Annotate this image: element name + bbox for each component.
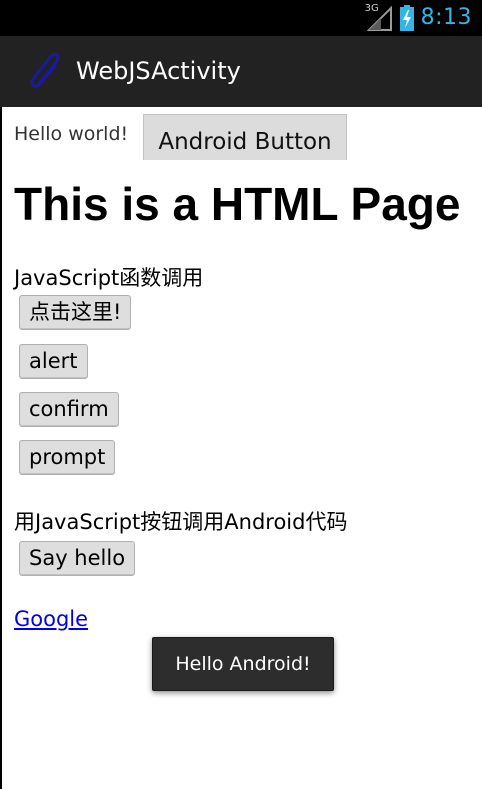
page-heading: This is a HTML Page bbox=[14, 178, 461, 230]
status-clock: 8:13 bbox=[420, 5, 472, 30]
prompt-button[interactable]: prompt bbox=[19, 440, 116, 475]
google-link[interactable]: Google bbox=[14, 607, 88, 631]
android-button[interactable]: Android Button bbox=[143, 114, 347, 160]
hello-world-text: Hello world! bbox=[14, 123, 129, 145]
js-call-label: JavaScript函数调用 bbox=[14, 266, 204, 290]
android-call-label: 用JavaScript按钮调用Android代码 bbox=[14, 510, 348, 534]
webview-content: Hello world! Android Button This is a HT… bbox=[2, 107, 482, 789]
status-bar: 3G 8:13 bbox=[0, 0, 482, 36]
action-bar: WebJSActivity bbox=[0, 36, 482, 107]
paperclip-icon[interactable] bbox=[24, 49, 68, 93]
status-indicators: 3G 8:13 bbox=[365, 3, 472, 33]
click-here-button[interactable]: 点击这里! bbox=[19, 295, 132, 330]
confirm-button[interactable]: confirm bbox=[19, 392, 119, 427]
app-title: WebJSActivity bbox=[76, 57, 241, 85]
signal-icon: 3G bbox=[365, 4, 393, 32]
alert-button[interactable]: alert bbox=[19, 344, 88, 379]
say-hello-button[interactable]: Say hello bbox=[19, 541, 136, 576]
battery-charging-icon bbox=[399, 5, 414, 31]
network-type-label: 3G bbox=[364, 3, 379, 14]
toast-message: Hello Android! bbox=[152, 637, 334, 691]
